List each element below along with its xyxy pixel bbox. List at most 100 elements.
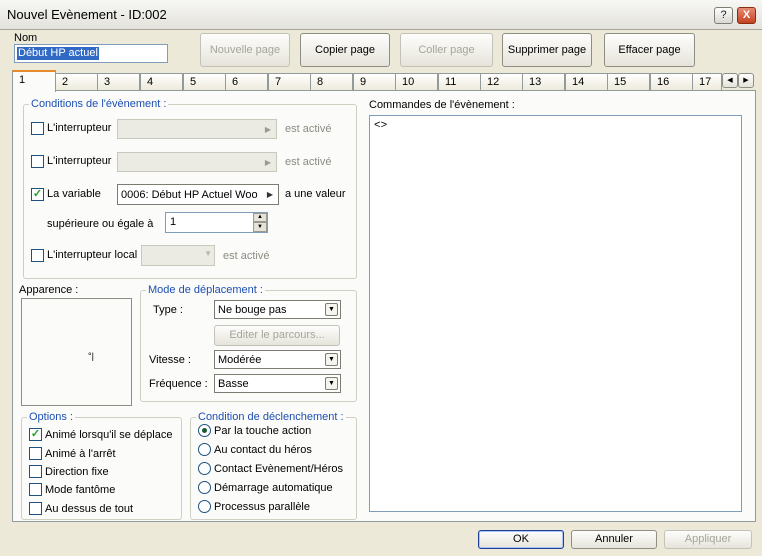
trigger-title: Condition de déclenchement : xyxy=(196,411,346,423)
chevron-down-icon: ▼ xyxy=(204,249,212,258)
tab-page-7[interactable]: 7 xyxy=(268,73,311,91)
tab-page-13[interactable]: 13 xyxy=(522,73,565,91)
option-checkbox[interactable] xyxy=(29,465,42,478)
trigger-radio[interactable] xyxy=(198,443,211,456)
variable-suffix: a une valeur xyxy=(285,188,346,200)
trigger-label: Processus parallèle xyxy=(214,501,310,513)
switch1-select[interactable]: ▶ xyxy=(117,119,277,139)
window-title: Nouvel Evènement - ID:002 xyxy=(7,7,167,22)
compare-value: 1 xyxy=(170,216,177,228)
tab-page-8[interactable]: 8 xyxy=(310,73,353,91)
name-label: Nom xyxy=(14,32,38,44)
delete-page-button[interactable]: Supprimer page xyxy=(502,33,592,67)
tab-page-4[interactable]: 4 xyxy=(140,73,183,91)
title-bar: Nouvel Evènement - ID:002 ? X xyxy=(0,0,762,30)
chevron-right-icon: ▶ xyxy=(264,158,272,167)
switch1-suffix: est activé xyxy=(285,123,332,135)
variable-label: La variable xyxy=(47,188,101,200)
speed-select[interactable]: Modérée ▼ xyxy=(214,350,341,369)
move-type-label: Type : xyxy=(153,304,183,316)
compare-value-input[interactable]: 1 ▲ ▼ xyxy=(165,212,268,233)
tab-page-3[interactable]: 3 xyxy=(97,73,140,91)
move-type-value: Ne bouge pas xyxy=(218,304,287,316)
spin-down-icon[interactable]: ▼ xyxy=(253,222,267,232)
tab-page-11[interactable]: 11 xyxy=(438,73,481,91)
commands-label: Commandes de l'évènement : xyxy=(369,99,515,111)
cancel-button[interactable]: Annuler xyxy=(571,530,657,549)
option-checkbox[interactable] xyxy=(29,447,42,460)
conditions-title: Conditions de l'évènement : xyxy=(29,98,169,110)
option-label: Animé à l'arrêt xyxy=(45,448,116,460)
tab-page-12[interactable]: 12 xyxy=(480,73,523,91)
tab-page-10[interactable]: 10 xyxy=(395,73,438,91)
tab-page-16[interactable]: 16 xyxy=(650,73,693,91)
switch2-label: L'interrupteur xyxy=(47,155,112,167)
frequency-label: Fréquence : xyxy=(149,378,208,390)
local-switch-select[interactable]: ▼ xyxy=(141,245,215,266)
tab-page-17[interactable]: 17 xyxy=(692,73,722,91)
appearance-preview[interactable]: °| xyxy=(21,298,132,406)
paste-page-button[interactable]: Coller page xyxy=(400,33,493,67)
appearance-label: Apparence : xyxy=(19,284,79,296)
chevron-down-icon: ▼ xyxy=(325,303,338,316)
help-button[interactable]: ? xyxy=(714,7,733,24)
option-checkbox[interactable] xyxy=(29,483,42,496)
switch2-select[interactable]: ▶ xyxy=(117,152,277,172)
name-input[interactable]: Début HP actuel xyxy=(14,44,168,63)
local-switch-suffix: est activé xyxy=(223,250,270,262)
apply-button[interactable]: Appliquer xyxy=(664,530,752,549)
option-label: Animé lorsqu'il se déplace xyxy=(45,429,173,441)
tab-panel: Conditions de l'évènement : L'interrupte… xyxy=(12,90,756,522)
commands-list[interactable]: <> xyxy=(369,115,742,512)
move-type-select[interactable]: Ne bouge pas ▼ xyxy=(214,300,341,319)
local-switch-label: L'interrupteur local xyxy=(47,249,138,261)
ok-button[interactable]: OK xyxy=(478,530,564,549)
compare-label: supérieure ou égale à xyxy=(47,218,154,230)
frequency-value: Basse xyxy=(218,378,249,390)
trigger-label: Contact Evènement/Héros xyxy=(214,463,344,475)
options-title: Options : xyxy=(27,411,76,423)
new-page-button[interactable]: Nouvelle page xyxy=(200,33,290,67)
trigger-radio[interactable] xyxy=(198,481,211,494)
trigger-radio[interactable] xyxy=(198,500,211,513)
spin-up-icon[interactable]: ▲ xyxy=(253,213,267,222)
switch2-checkbox[interactable] xyxy=(31,155,44,168)
variable-checkbox[interactable]: ✓ xyxy=(31,188,44,201)
tab-page-15[interactable]: 15 xyxy=(607,73,650,91)
tab-page-5[interactable]: 5 xyxy=(183,73,226,91)
option-label: Mode fantôme xyxy=(45,484,116,496)
option-checkbox[interactable]: ✓ xyxy=(29,428,42,441)
movement-title: Mode de déplacement : xyxy=(146,284,265,296)
switch1-checkbox[interactable] xyxy=(31,122,44,135)
option-label: Au dessus de tout xyxy=(45,503,134,515)
tab-scroll-left[interactable]: ◀ xyxy=(722,73,738,88)
edit-route-button[interactable]: Editer le parcours... xyxy=(214,325,340,346)
chevron-down-icon: ▼ xyxy=(325,353,338,366)
trigger-label: Démarrage automatique xyxy=(214,482,333,494)
name-value: Début HP actuel xyxy=(17,47,99,60)
frequency-select[interactable]: Basse ▼ xyxy=(214,374,341,393)
trigger-label: Par la touche action xyxy=(214,425,312,437)
tab-page-1[interactable]: 1 xyxy=(12,70,56,92)
copy-page-button[interactable]: Copier page xyxy=(300,33,390,67)
close-button[interactable]: X xyxy=(737,7,756,24)
sprite-glyph: °| xyxy=(88,351,94,361)
switch2-suffix: est activé xyxy=(285,156,332,168)
chevron-right-icon: ▶ xyxy=(264,125,272,134)
local-switch-checkbox[interactable] xyxy=(31,249,44,262)
speed-label: Vitesse : xyxy=(149,354,191,366)
command-line[interactable]: <> xyxy=(374,120,387,132)
trigger-label: Au contact du héros xyxy=(214,444,312,456)
tab-page-6[interactable]: 6 xyxy=(225,73,268,91)
variable-select[interactable]: 0006: Début HP Actuel Woo ▶ xyxy=(117,184,279,205)
variable-value: 0006: Début HP Actuel Woo xyxy=(121,189,258,201)
option-checkbox[interactable] xyxy=(29,502,42,515)
tab-page-9[interactable]: 9 xyxy=(353,73,396,91)
trigger-radio[interactable] xyxy=(198,462,211,475)
tab-scroll-right[interactable]: ▶ xyxy=(738,73,754,88)
trigger-radio[interactable] xyxy=(198,424,211,437)
chevron-down-icon: ▼ xyxy=(325,377,338,390)
clear-page-button[interactable]: Effacer page xyxy=(604,33,695,67)
tab-page-14[interactable]: 14 xyxy=(565,73,608,91)
tab-page-2[interactable]: 2 xyxy=(55,73,98,91)
